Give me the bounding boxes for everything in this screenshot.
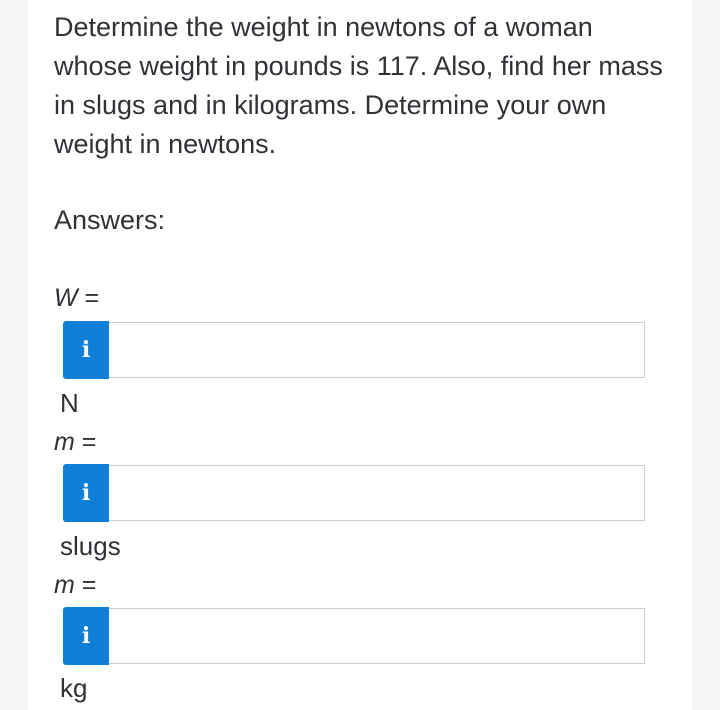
mass-kg-label: m =: [54, 570, 96, 600]
question-text: Determine the weight in newtons of a wom…: [54, 12, 663, 159]
weight-symbol: W: [54, 284, 78, 312]
mass-slugs-symbol: m: [54, 428, 75, 456]
mass-kg-symbol: m: [54, 571, 75, 599]
info-icon: i: [81, 623, 91, 649]
weight-input[interactable]: [109, 322, 645, 378]
info-icon: i: [81, 337, 91, 363]
mass-kg-field: i: [63, 607, 645, 665]
mass-kg-info-button[interactable]: i: [63, 607, 109, 665]
mass-slugs-unit: slugs: [60, 531, 121, 561]
question-card: Determine the weight in newtons of a wom…: [28, 0, 692, 710]
weight-label: W =: [54, 283, 99, 313]
weight-field: i: [63, 321, 645, 379]
mass-kg-equals: =: [74, 571, 97, 599]
info-icon: i: [81, 480, 91, 506]
answers-heading: Answers:: [54, 205, 166, 235]
weight-equals: =: [77, 284, 100, 312]
mass-slugs-field: i: [63, 464, 645, 522]
mass-kg-unit: kg: [60, 673, 88, 703]
mass-slugs-input[interactable]: [109, 465, 645, 521]
weight-info-button[interactable]: i: [63, 321, 109, 379]
mass-slugs-label: m =: [54, 427, 96, 457]
mass-slugs-equals: =: [74, 428, 97, 456]
weight-unit: N: [60, 388, 79, 418]
mass-kg-input[interactable]: [109, 608, 645, 664]
mass-slugs-info-button[interactable]: i: [63, 464, 109, 522]
